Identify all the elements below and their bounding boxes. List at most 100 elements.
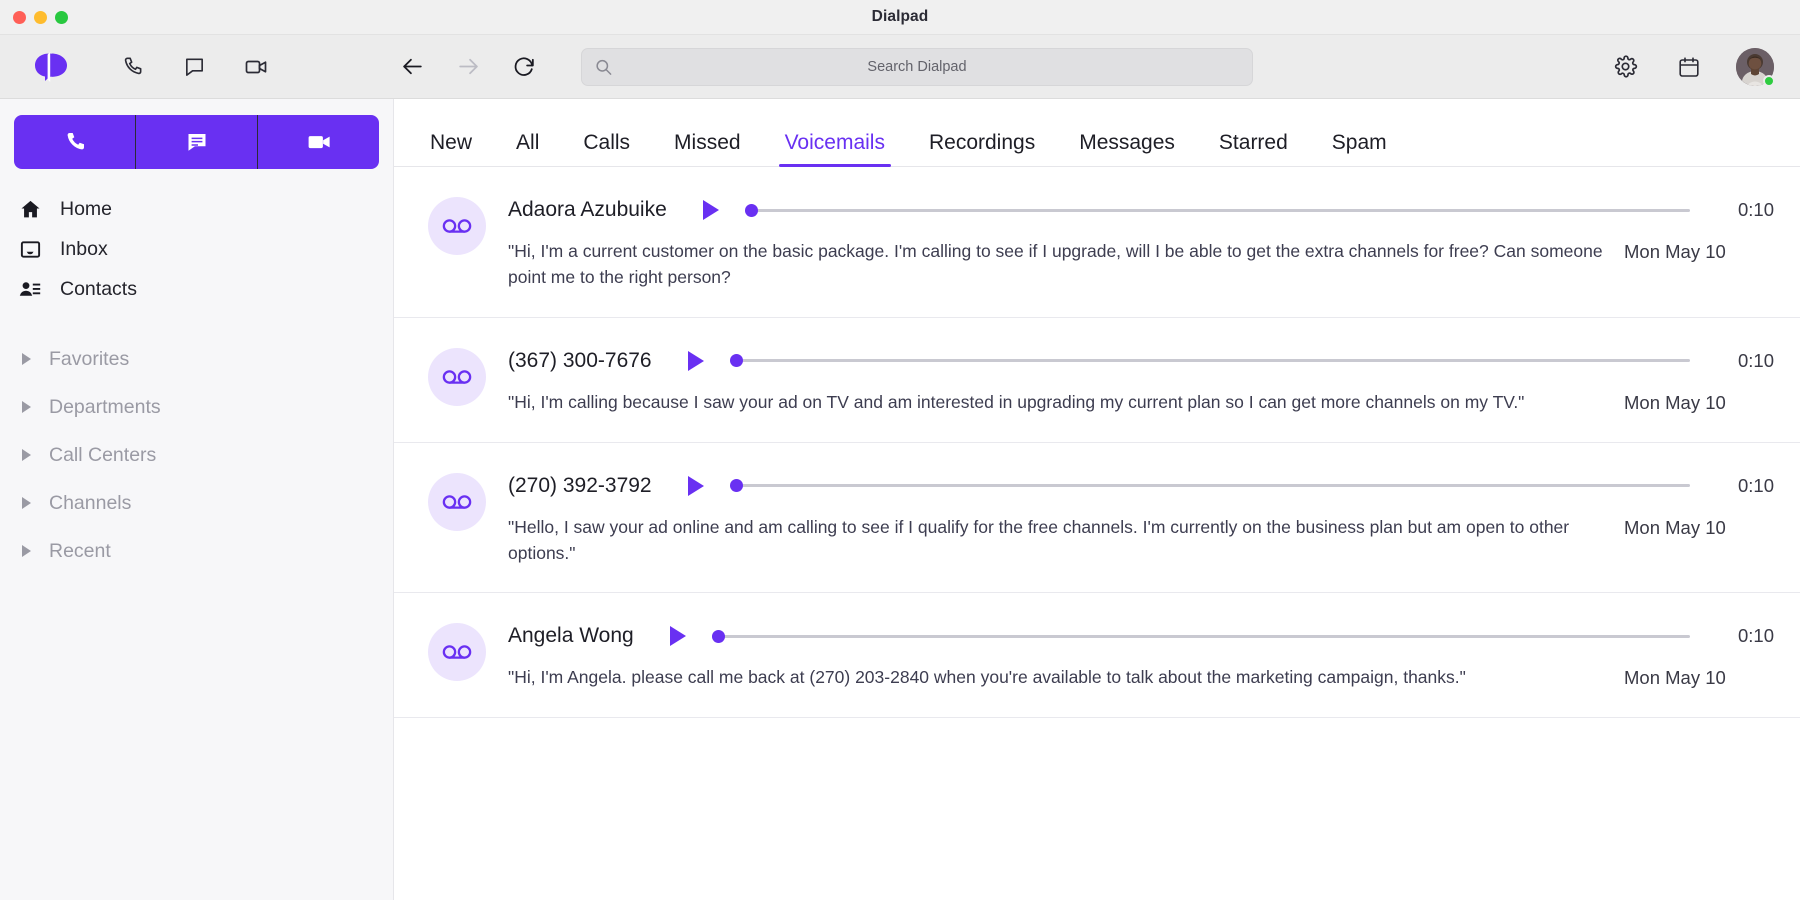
voicemail-duration: 0:10 [1737,349,1774,371]
inbox-icon [18,238,42,261]
sidebar: Home Inbox Contacts Favorites Department… [0,99,394,900]
voicemail-header: (270) 392-3792 0:10 [508,469,1774,503]
tab-new[interactable]: New [408,132,494,166]
voicemail-transcript: "Hi, I'm Angela. please call me back at … [508,667,1466,688]
tab-starred[interactable]: Starred [1197,132,1310,166]
phone-icon[interactable] [115,50,149,84]
voicemail-body: "Hi, I'm Angela. please call me back at … [508,665,1774,691]
sidebar-section-label: Call Centers [49,443,157,466]
progress-track [729,484,1690,488]
voicemail-header: Angela Wong 0:10 [508,619,1774,653]
voicemail-date: Mon May 10 [1624,391,1726,413]
chevron-right-icon [22,545,31,557]
progress-thumb[interactable] [729,479,743,493]
audio-progress-slider[interactable] [729,476,1690,496]
voicemail-date: Mon May 10 [1624,667,1726,689]
new-meeting-button[interactable] [257,115,379,169]
voicemail-icon [428,197,486,255]
sidebar-section-label: Departments [49,395,161,418]
sidebar-section-channels[interactable]: Channels [0,479,393,527]
voicemail-caller-name: (367) 300-7676 [508,348,652,372]
sidebar-item-inbox[interactable]: Inbox [0,229,393,269]
dialpad-app-window: Dialpad Search Dialpad Home Inbox Contac… [0,0,1800,900]
voicemail-row[interactable]: (270) 392-3792 0:10 "Hello, I saw your a… [394,443,1800,594]
traffic-lights [0,10,68,24]
close-window-button[interactable] [13,10,26,24]
window-titlebar: Dialpad [0,0,1800,35]
sidebar-section-favorites[interactable]: Favorites [0,335,393,383]
tab-recordings[interactable]: Recordings [907,132,1057,166]
forward-arrow-icon[interactable] [451,50,485,84]
audio-progress-slider[interactable] [711,626,1690,646]
new-call-button[interactable] [14,115,135,169]
sidebar-item-home[interactable]: Home [0,189,393,229]
back-arrow-icon[interactable] [395,50,429,84]
toolbar-quick-actions [115,50,273,84]
voicemail-body: "Hi, I'm calling because I saw your ad o… [508,390,1774,416]
tab-messages[interactable]: Messages [1057,132,1197,166]
tab-calls[interactable]: Calls [561,132,652,166]
tab-missed[interactable]: Missed [652,132,763,166]
calendar-icon[interactable] [1672,50,1706,84]
progress-track [729,359,1690,363]
voicemail-transcript: "Hi, I'm calling because I saw your ad o… [508,391,1525,412]
voicemail-row[interactable]: Adaora Azubuike 0:10 "Hi, I'm a current … [394,167,1800,318]
presence-status-dot [1763,74,1775,87]
new-message-button[interactable] [135,115,257,169]
browser-nav-group [395,50,541,84]
voicemail-content: Angela Wong 0:10 "Hi, I'm Angela. please… [508,619,1774,691]
progress-track [744,208,1690,212]
play-button[interactable] [687,350,704,371]
tab-all[interactable]: All [494,132,561,166]
voicemail-list: Adaora Azubuike 0:10 "Hi, I'm a current … [394,167,1800,900]
progress-thumb[interactable] [729,354,743,368]
tab-voicemails[interactable]: Voicemails [763,132,907,167]
audio-progress-slider[interactable] [744,200,1690,220]
sidebar-action-bar [14,115,379,169]
minimize-window-button[interactable] [34,10,47,24]
sidebar-item-label: Contacts [60,277,137,300]
play-button[interactable] [669,626,686,647]
voicemail-header: Adaora Azubuike 0:10 [508,193,1774,227]
voicemail-caller-name: Adaora Azubuike [508,198,667,221]
voicemail-icon [428,623,486,682]
gear-icon[interactable] [1608,50,1642,84]
video-icon[interactable] [239,50,273,84]
voicemail-content: (367) 300-7676 0:10 "Hi, I'm calling bec… [508,344,1774,416]
chevron-right-icon [22,401,31,413]
play-button[interactable] [702,200,719,220]
sidebar-section-call-centers[interactable]: Call Centers [0,431,393,479]
user-avatar[interactable] [1736,47,1775,87]
voicemail-transcript: "Hi, I'm a current customer on the basic… [508,241,1603,287]
reload-icon[interactable] [507,50,541,84]
play-button[interactable] [687,475,704,496]
voicemail-transcript: "Hello, I saw your ad online and am call… [508,516,1570,563]
sidebar-section-departments[interactable]: Departments [0,383,393,431]
voicemail-duration: 0:10 [1737,625,1774,647]
progress-thumb[interactable] [711,629,725,643]
voicemail-content: Adaora Azubuike 0:10 "Hi, I'm a current … [508,193,1774,291]
message-icon[interactable] [177,50,211,84]
progress-thumb[interactable] [744,203,758,217]
search-input[interactable]: Search Dialpad [581,47,1253,86]
sidebar-item-contacts[interactable]: Contacts [0,269,393,309]
tab-spam[interactable]: Spam [1310,132,1409,166]
app-toolbar: Search Dialpad [0,35,1800,99]
sidebar-item-label: Home [60,197,113,220]
voicemail-row[interactable]: Angela Wong 0:10 "Hi, I'm Angela. please… [394,593,1800,719]
sidebar-section-label: Recent [49,539,111,562]
progress-track [711,634,1690,638]
maximize-window-button[interactable] [55,10,68,24]
main-content: New All Calls Missed Voicemails Recordin… [394,99,1800,900]
voicemail-duration: 0:10 [1737,474,1774,496]
voicemail-header: (367) 300-7676 0:10 [508,344,1774,378]
dialpad-logo[interactable] [23,51,79,83]
voicemail-date: Mon May 10 [1624,241,1726,262]
sidebar-section-recent[interactable]: Recent [0,527,393,575]
search-placeholder: Search Dialpad [867,58,967,75]
audio-progress-slider[interactable] [729,351,1690,371]
chevron-right-icon [22,449,31,461]
chevron-right-icon [22,353,31,365]
voicemail-row[interactable]: (367) 300-7676 0:10 "Hi, I'm calling bec… [394,318,1800,443]
sidebar-section-label: Favorites [49,347,130,370]
